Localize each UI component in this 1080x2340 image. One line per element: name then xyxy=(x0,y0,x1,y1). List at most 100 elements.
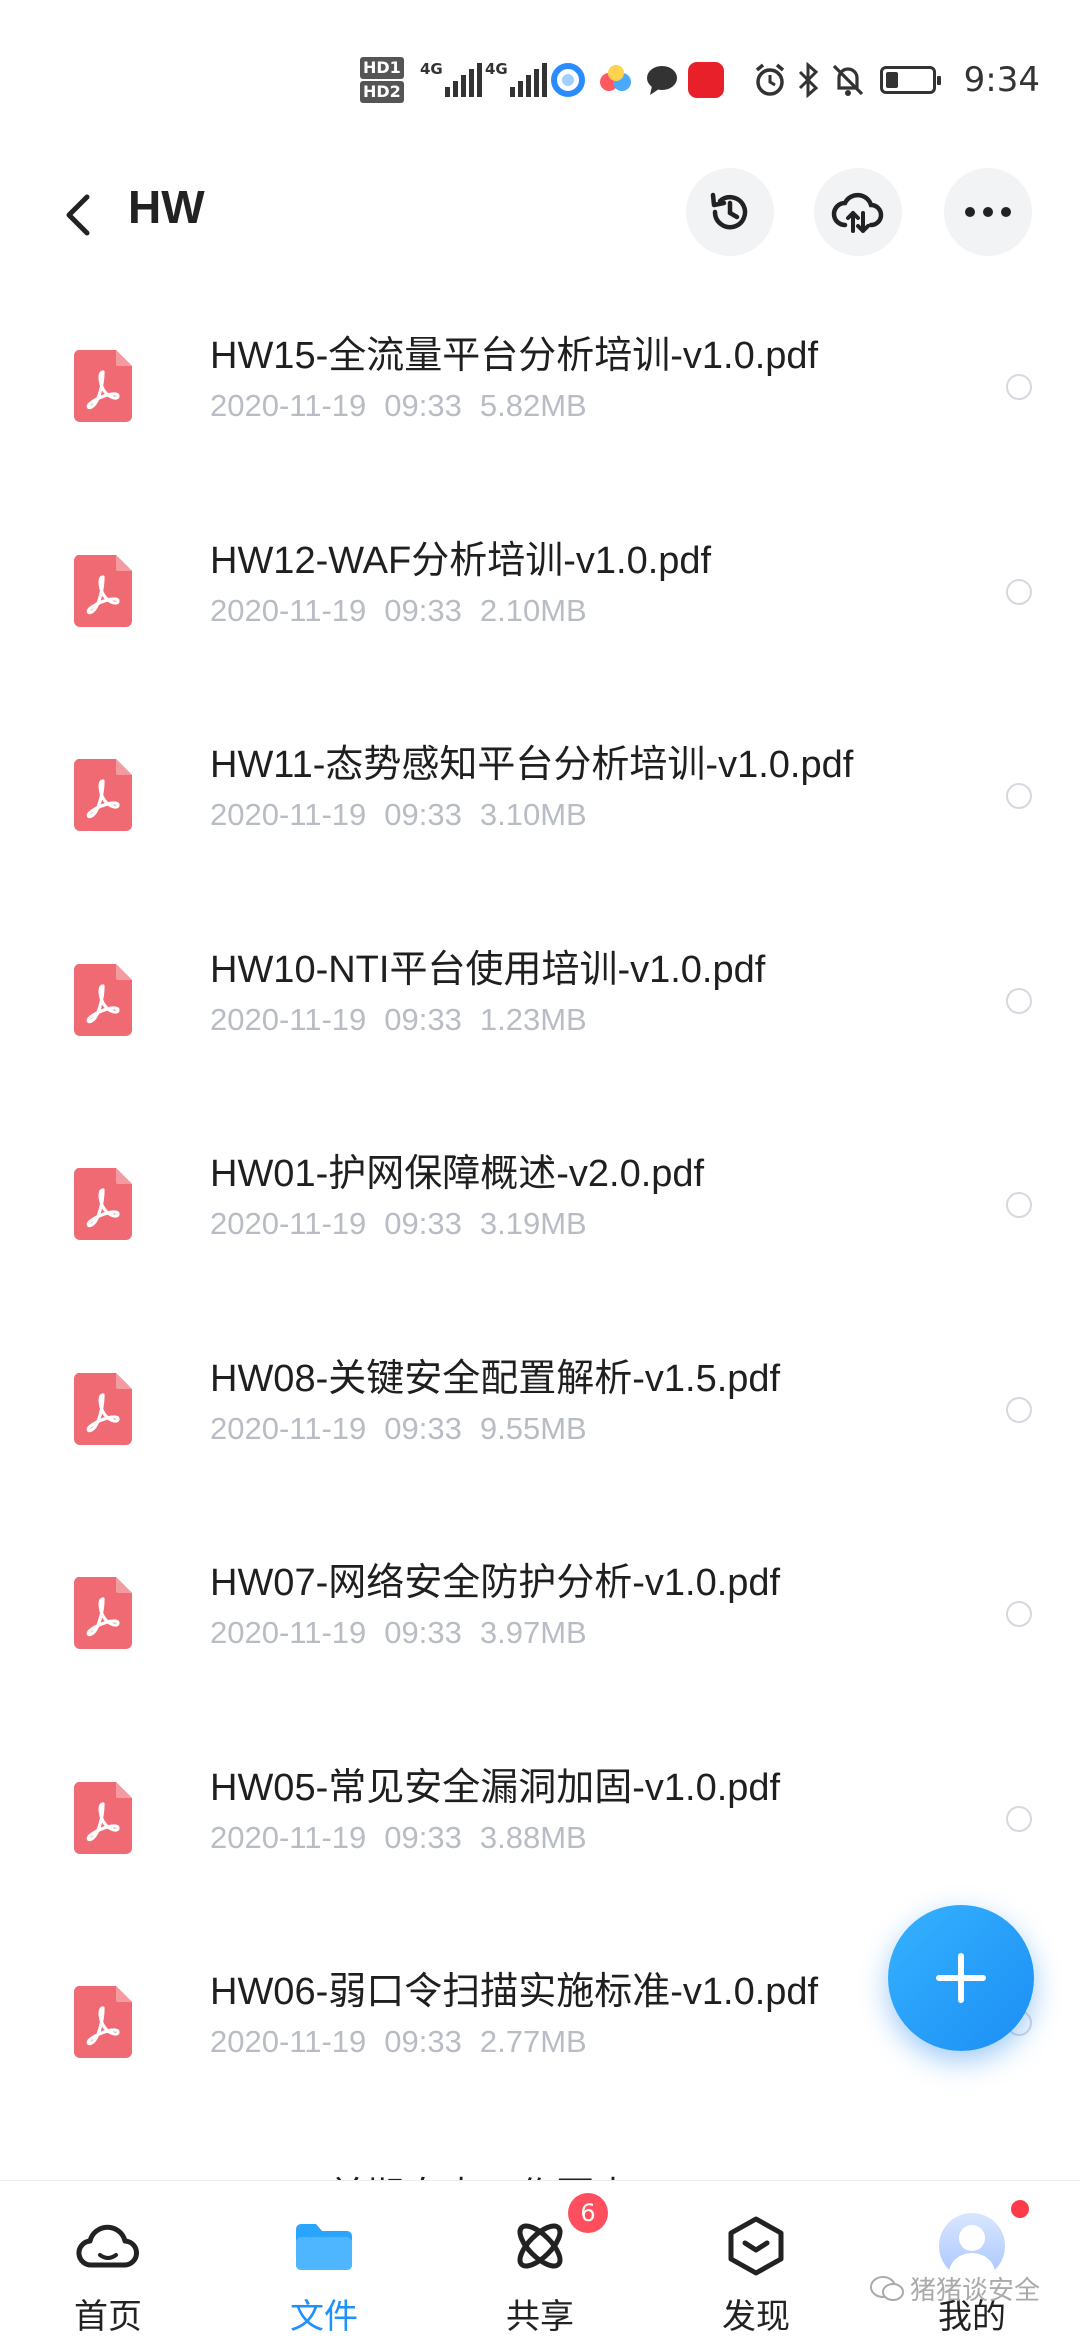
shopping-app-icon xyxy=(688,56,724,104)
back-arrow-icon xyxy=(66,194,90,236)
file-size: 2.10MB xyxy=(479,592,587,628)
app-notification-icon xyxy=(550,56,586,104)
nav-discover[interactable]: 发现 xyxy=(648,2181,864,2340)
pdf-file-icon xyxy=(73,350,132,422)
select-radio[interactable] xyxy=(1006,578,1032,605)
file-date: 2020-11-19 xyxy=(210,1001,367,1037)
nav-share[interactable]: 共享 xyxy=(432,2181,648,2340)
file-date: 2020-11-19 xyxy=(210,1410,367,1446)
file-date: 2020-11-19 xyxy=(210,388,367,423)
file-meta: 2020-11-19 09:33 1.23MB xyxy=(210,1002,605,1038)
file-date: 2020-11-19 xyxy=(210,1206,367,1241)
signal-icon-2: 4G xyxy=(485,56,547,104)
nav-home[interactable]: 首页 xyxy=(0,2181,216,2340)
file-size: 5.82MB xyxy=(479,388,587,423)
file-meta: 2020-11-19 09:33 3.19MB xyxy=(210,1206,605,1242)
pdf-file-icon xyxy=(73,554,132,627)
file-date: 2020-11-19 xyxy=(210,1615,367,1650)
status-bar: HD1 HD2 4G 4G 9:34 xyxy=(0,0,1080,150)
file-size: 1.23MB xyxy=(479,1001,587,1037)
battery-icon xyxy=(880,56,941,104)
file-name: HW05-常见安全漏洞加固-v1.0.pdf xyxy=(210,1766,781,1809)
history-icon xyxy=(710,192,748,230)
pdf-file-icon xyxy=(73,963,132,1036)
nav-me[interactable]: 我的 xyxy=(864,2181,1080,2340)
file-time: 09:33 xyxy=(384,797,462,832)
watermark-text: 猪猪谈安全 xyxy=(910,2276,1041,2306)
pdf-file-icon xyxy=(73,1986,132,2058)
file-time: 09:33 xyxy=(384,388,462,423)
nav-files[interactable]: 文件 xyxy=(216,2181,432,2340)
file-size: 3.19MB xyxy=(479,1206,587,1241)
more-button[interactable] xyxy=(944,168,1032,256)
select-radio[interactable] xyxy=(1006,783,1032,809)
file-row[interactable]: HW07-网络安全防护分析-v1.0.pdf 2020-11-19 09:33 3.9… xyxy=(0,1517,1080,1721)
nav-share-label: 共享 xyxy=(506,2297,574,2337)
select-radio[interactable] xyxy=(1006,1805,1032,1832)
file-meta: 2020-11-19 09:33 2.77MB xyxy=(210,2024,605,2060)
wechat-icon xyxy=(870,2275,904,2301)
hd-indicator: HD1 HD2 xyxy=(360,56,404,104)
back-button[interactable] xyxy=(48,185,108,245)
file-meta: 2020-11-19 09:33 3.88MB xyxy=(210,1820,605,1856)
select-radio[interactable] xyxy=(1006,1601,1032,1627)
mute-bell-icon xyxy=(830,56,866,104)
pdf-file-icon xyxy=(73,1168,132,1240)
pdf-file-icon xyxy=(73,759,132,831)
chat-icon xyxy=(644,56,680,104)
file-row[interactable]: HW12-WAF分析培训-v1.0.pdf 2020-11-19 09:33 2.10… xyxy=(0,495,1080,699)
cloud-transfer-button[interactable] xyxy=(814,168,902,256)
pdf-file-icon xyxy=(73,1577,132,1649)
network-type-1: 4G xyxy=(420,60,443,78)
hd2-label: HD2 xyxy=(360,81,404,103)
file-name: HW11-态势感知平台分析培训-v1.0.pdf xyxy=(210,744,854,786)
select-radio[interactable] xyxy=(1006,1192,1032,1218)
cloud-app-icon xyxy=(596,56,636,104)
file-name: HW02-前期自查工作要点-v2.0.pdf xyxy=(210,2165,780,2181)
plus-icon xyxy=(936,1953,986,2003)
file-name: HW12-WAF分析培训-v1.0.pdf xyxy=(210,539,712,582)
network-type-2: 4G xyxy=(485,60,508,78)
discover-cube-icon xyxy=(723,2213,789,2279)
add-button[interactable] xyxy=(888,1905,1034,2051)
file-row[interactable]: HW08-关键安全配置解析-v1.5.pdf 2020-11-19 09:33 9.5… xyxy=(0,1313,1080,1517)
file-name: HW07-网络安全防护分析-v1.0.pdf xyxy=(210,1562,781,1604)
file-date: 2020-11-19 xyxy=(210,797,367,832)
file-size: 3.88MB xyxy=(479,1819,587,1855)
select-radio[interactable] xyxy=(1006,374,1032,400)
file-list: HW15-全流量平台分析培训-v1.0.pdf 2020-11-19 09:33 5.… xyxy=(0,270,1080,2180)
file-row[interactable]: HW01-护网保障概述-v2.0.pdf 2020-11-19 09:33 3.19M… xyxy=(0,1108,1080,1312)
file-size: 2.77MB xyxy=(479,2024,587,2059)
file-meta: 2020-11-19 09:33 9.55MB xyxy=(210,1411,605,1447)
pdf-file-icon xyxy=(73,1781,132,1854)
file-date: 2020-11-19 xyxy=(210,2024,367,2059)
file-name: HW15-全流量平台分析培训-v1.0.pdf xyxy=(210,335,819,377)
file-row[interactable]: HW05-常见安全漏洞加固-v1.0.pdf 2020-11-19 09:33 3.8… xyxy=(0,1722,1080,1926)
file-time: 09:33 xyxy=(384,1001,462,1037)
file-row[interactable]: HW11-态势感知平台分析培训-v1.0.pdf 2020-11-19 09:33 3… xyxy=(0,699,1080,903)
file-row[interactable]: HW02-前期自查工作要点-v2.0.pdf xyxy=(0,2131,1080,2181)
profile-notification-dot xyxy=(1008,2197,1032,2221)
header: HW xyxy=(0,150,1080,280)
history-button[interactable] xyxy=(686,168,774,256)
select-radio[interactable] xyxy=(1006,1396,1032,1423)
file-size: 3.10MB xyxy=(479,797,587,832)
file-row[interactable]: HW15-全流量平台分析培训-v1.0.pdf 2020-11-19 09:33 5.… xyxy=(0,290,1080,494)
file-row[interactable]: HW10-NTI平台使用培训-v1.0.pdf 2020-11-19 09:33 1.… xyxy=(0,904,1080,1108)
file-time: 09:33 xyxy=(384,1819,462,1855)
alarm-icon xyxy=(752,56,788,104)
file-name: HW10-NTI平台使用培训-v1.0.pdf xyxy=(210,948,766,991)
file-time: 09:33 xyxy=(384,2024,462,2059)
file-meta: 2020-11-19 09:33 2.10MB xyxy=(210,593,605,629)
select-radio[interactable] xyxy=(1006,987,1032,1014)
bluetooth-icon xyxy=(796,56,820,104)
nav-home-label: 首页 xyxy=(74,2297,142,2337)
share-badge: 6 xyxy=(568,2193,608,2233)
bottom-nav: 首页 文件 共享 6 发现 我的 xyxy=(0,2180,1080,2340)
file-size: 9.55MB xyxy=(479,1410,587,1446)
nav-files-label: 文件 xyxy=(290,2297,358,2337)
file-time: 09:33 xyxy=(384,1410,462,1446)
hd1-label: HD1 xyxy=(360,57,404,79)
pdf-file-icon xyxy=(73,1372,132,1445)
signal-icon-1: 4G xyxy=(420,56,482,104)
